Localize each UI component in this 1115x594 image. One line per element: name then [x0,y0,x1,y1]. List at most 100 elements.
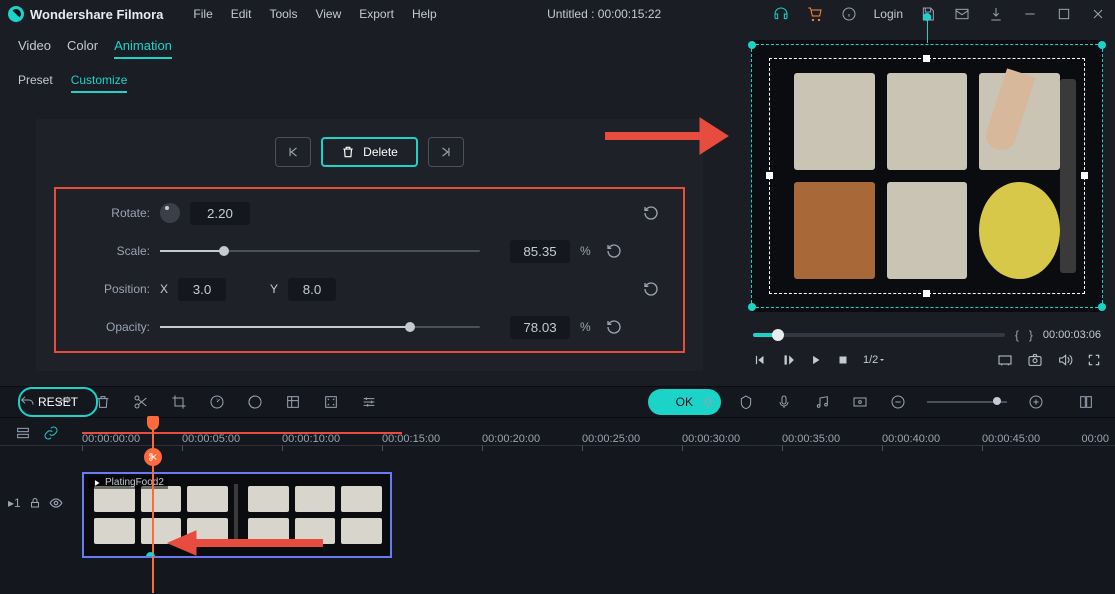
tab-video[interactable]: Video [18,38,51,59]
menu-edit[interactable]: Edit [231,7,252,21]
zoom-out-icon[interactable] [889,393,907,411]
menu-view[interactable]: View [315,7,341,21]
minimize-icon[interactable] [1021,5,1039,23]
timeline: 00:00:00:00 00:00:05:00 00:00:10:00 00:0… [0,418,1115,594]
rotate-label: Rotate: [80,206,150,220]
cut-marker-icon[interactable] [144,448,162,466]
filmora-logo-icon [8,6,24,22]
menu-file[interactable]: File [193,7,212,21]
fit-icon[interactable] [322,393,340,411]
scale-slider[interactable] [160,250,480,252]
rotate-reset-icon[interactable] [643,205,659,221]
zoom-in-icon[interactable] [1027,393,1045,411]
menu-help[interactable]: Help [412,7,437,21]
sub-tabs: Preset Customize [0,65,739,101]
speed-selector[interactable]: 1/2 [863,354,886,366]
speed-icon[interactable] [208,393,226,411]
document-title: Untitled : 00:00:15:22 [437,7,772,21]
scrub-track[interactable] [753,333,1005,337]
support-icon[interactable] [772,5,790,23]
opacity-slider[interactable] [160,326,480,328]
zoom-slider[interactable] [927,401,1007,403]
ruler-end-label: 00:00 [1081,433,1109,445]
render-icon[interactable] [699,393,717,411]
mark-out-icon[interactable]: } [1029,328,1033,342]
playhead[interactable] [152,418,154,593]
scale-pct: % [580,244,596,258]
preview-viewport[interactable] [751,40,1103,312]
adjust-icon[interactable] [360,393,378,411]
playback-controls: 1/2 [739,346,1115,376]
position-label: Position: [80,282,150,296]
track-lock-icon[interactable] [29,497,41,509]
menu-tools[interactable]: Tools [269,7,297,21]
fullscreen-icon[interactable] [1087,353,1101,367]
prev-keyframe-button[interactable] [275,137,311,167]
logo-area: Wondershare Filmora [8,6,163,22]
position-reset-icon[interactable] [643,281,659,297]
stop-icon[interactable] [837,354,849,366]
position-row: Position: X Y [80,277,659,301]
rotate-input[interactable] [190,202,250,225]
info-icon[interactable] [840,5,858,23]
step-back-icon[interactable] [753,353,767,367]
download-icon[interactable] [987,5,1005,23]
play-icon[interactable] [809,353,823,367]
mark-in-icon[interactable]: { [1015,328,1019,342]
track-visible-icon[interactable] [49,496,63,510]
close-icon[interactable] [1089,5,1107,23]
main-tabs: Video Color Animation [0,28,739,65]
playhead-handle[interactable] [147,416,159,430]
track-header: ▸1 [8,496,63,510]
subtab-customize[interactable]: Customize [71,73,128,93]
next-keyframe-button[interactable] [428,137,464,167]
tab-animation[interactable]: Animation [114,38,172,59]
aspect-icon[interactable] [851,393,869,411]
delete-label: Delete [363,145,398,159]
tab-color[interactable]: Color [67,38,98,59]
opacity-reset-icon[interactable] [606,319,622,335]
annotation-arrow-preview [600,108,730,164]
redo-icon[interactable] [56,393,74,411]
opacity-input[interactable] [510,316,570,339]
menu-export[interactable]: Export [359,7,394,21]
timeline-ruler[interactable]: 00:00:00:00 00:00:05:00 00:00:10:00 00:0… [0,418,1115,446]
marker-icon[interactable] [737,393,755,411]
pos-y-input[interactable] [288,278,336,301]
pos-y-label: Y [270,282,278,296]
track-manage-icon[interactable] [14,424,32,442]
record-vo-icon[interactable] [775,393,793,411]
scale-reset-icon[interactable] [606,243,622,259]
track-video-icon[interactable]: ▸1 [8,496,21,510]
annotation-arrow-keyframe [158,528,328,558]
link-icon[interactable] [42,424,60,442]
play-pause-icon[interactable] [781,353,795,367]
green-screen-icon[interactable] [284,393,302,411]
quality-icon[interactable] [997,352,1013,368]
snapshot-icon[interactable] [1027,352,1043,368]
pos-x-input[interactable] [178,278,226,301]
toggle-panel-icon[interactable] [1075,393,1097,411]
scale-row: Scale: % [80,239,659,263]
maximize-icon[interactable] [1055,5,1073,23]
scale-label: Scale: [80,244,150,258]
menu-bar: File Edit Tools View Export Help [193,7,436,21]
scale-input[interactable] [510,240,570,263]
login-link[interactable]: Login [874,7,903,21]
volume-icon[interactable] [1057,352,1073,368]
cart-icon[interactable] [806,5,824,23]
rotate-row: Rotate: [80,201,659,225]
opacity-label: Opacity: [80,320,150,334]
undo-icon[interactable] [18,393,36,411]
color-icon[interactable] [246,393,264,411]
crop-icon[interactable] [170,393,188,411]
app-name: Wondershare Filmora [30,7,163,22]
delete-icon[interactable] [94,393,112,411]
mail-icon[interactable] [953,5,971,23]
audio-mix-icon[interactable] [813,393,831,411]
split-icon[interactable] [132,393,150,411]
delete-keyframe-button[interactable]: Delete [321,137,418,167]
pos-x-label: X [160,282,168,296]
subtab-preset[interactable]: Preset [18,73,53,93]
rotate-knob[interactable] [160,203,180,223]
